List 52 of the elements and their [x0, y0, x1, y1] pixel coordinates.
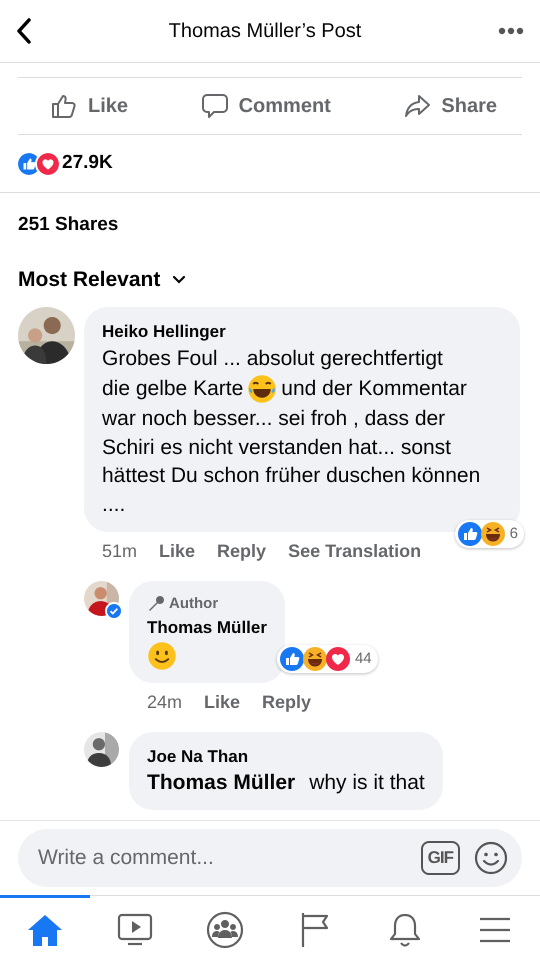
laughing-reaction-icon	[302, 646, 327, 671]
reaction-count[interactable]: 27.9K	[62, 149, 113, 178]
comment-action-link[interactable]: Reply	[262, 688, 312, 716]
gif-button[interactable]: GIF	[420, 841, 460, 875]
microphone-icon	[147, 595, 165, 614]
comment-text: why is it that	[309, 770, 425, 796]
comment-text: Grobes Foul ... absolut gerechtfertigt	[102, 346, 444, 372]
back-icon[interactable]	[16, 18, 32, 44]
comment-text: und der Kommentar	[281, 376, 467, 402]
heart-reaction-icon	[37, 152, 59, 174]
laughing-emoji-icon	[247, 374, 278, 404]
verified-badge-icon	[105, 602, 123, 620]
emoji-icon[interactable]	[474, 841, 508, 875]
comment-time: 24m	[147, 690, 182, 714]
home-icon	[27, 912, 63, 946]
reactions-pill[interactable]: 44	[276, 644, 378, 673]
caret-icon	[172, 274, 186, 284]
thumbs-up-icon	[50, 92, 78, 120]
like-reaction-icon	[458, 522, 482, 546]
comment-text: war noch besser... sei froh , dass der Schiri es nicht verstanden hat... sonst hättest Du schon früher duschen können ....	[102, 406, 482, 518]
flag-icon	[300, 910, 330, 948]
comment-action-link[interactable]: Reply	[217, 538, 266, 565]
video-icon	[117, 912, 153, 946]
reaction-count: 44	[354, 648, 372, 669]
mention-link[interactable]: Thomas Müller	[147, 769, 296, 798]
comment-action-link[interactable]: See Translation	[288, 538, 422, 565]
laughing-reaction-icon	[480, 522, 505, 546]
groups-icon	[206, 910, 244, 948]
smiling-emoji-icon	[147, 640, 177, 671]
comment-text: die gelbe Karte	[102, 376, 244, 402]
like-reaction-icon	[18, 152, 40, 174]
author-label: Author	[169, 594, 218, 614]
sort-dropdown[interactable]: Most Relevant	[18, 264, 186, 295]
like-reaction-icon	[280, 646, 304, 671]
reactions-pill[interactable]: 6	[454, 520, 524, 548]
comment-time: 51m	[102, 540, 138, 563]
share-button[interactable]: Share	[403, 91, 497, 121]
comment-author[interactable]: Heiko Hellinger	[102, 319, 502, 344]
speech-bubble-icon	[200, 92, 229, 120]
share-icon	[403, 92, 432, 120]
comment-author[interactable]: Joe Na Than	[147, 744, 425, 770]
comment-button[interactable]: Comment	[200, 91, 331, 121]
comment-action-link[interactable]: Like	[159, 538, 196, 565]
like-button[interactable]: Like	[50, 91, 128, 121]
shares-count[interactable]: 251 Shares	[0, 193, 540, 240]
post-title: Thomas Müller’s Post	[168, 19, 362, 44]
comment-author[interactable]: Thomas Müller	[147, 615, 267, 641]
comment-action-link[interactable]: Like	[204, 688, 240, 716]
comment-field[interactable]: Write a comment... GIF	[18, 829, 522, 887]
more-icon[interactable]	[498, 27, 524, 35]
heart-reaction-icon	[326, 646, 350, 671]
reaction-count: 6	[510, 524, 518, 544]
